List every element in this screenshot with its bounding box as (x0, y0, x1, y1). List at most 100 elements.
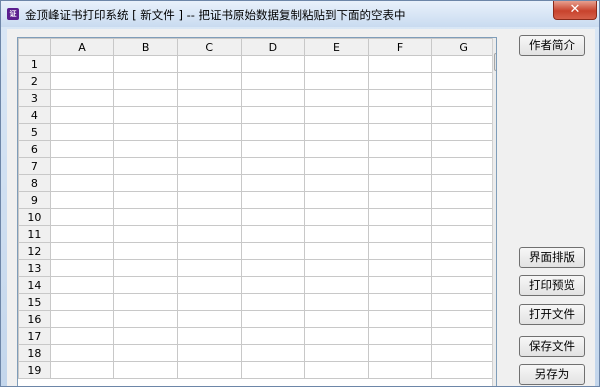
grid-cell[interactable] (304, 72, 369, 90)
grid-cell[interactable] (431, 225, 496, 243)
grid-cell[interactable] (113, 208, 178, 226)
grid-cell[interactable] (240, 293, 306, 311)
row-header[interactable]: 10 (18, 208, 51, 226)
grid-cell[interactable] (304, 259, 369, 277)
grid-cell[interactable] (49, 157, 115, 175)
grid-cell[interactable] (49, 106, 115, 124)
grid-cell[interactable] (176, 89, 242, 107)
grid-cell[interactable] (49, 191, 115, 209)
grid-cell[interactable] (367, 242, 433, 260)
grid-cell[interactable] (49, 259, 115, 277)
grid-cell[interactable] (367, 106, 433, 124)
grid-cell[interactable] (176, 310, 242, 328)
grid-cell[interactable] (49, 242, 115, 260)
grid-cell[interactable] (367, 361, 433, 379)
row-header[interactable]: 19 (18, 361, 51, 379)
grid-cell[interactable] (176, 157, 242, 175)
grid-cell[interactable] (367, 174, 433, 192)
grid-cell[interactable] (431, 310, 496, 328)
grid-cell[interactable] (304, 174, 369, 192)
grid-cell[interactable] (367, 276, 433, 294)
grid-cell[interactable] (113, 157, 178, 175)
grid-cell[interactable] (304, 55, 369, 73)
column-header[interactable]: F (367, 38, 433, 56)
grid-cell[interactable] (431, 259, 496, 277)
grid-cell[interactable] (240, 106, 306, 124)
grid-cell[interactable] (113, 191, 178, 209)
row-header[interactable]: 17 (18, 327, 51, 345)
row-header[interactable]: 1 (18, 55, 51, 73)
grid-cell[interactable] (367, 259, 433, 277)
grid-cell[interactable] (367, 123, 433, 141)
grid-cell[interactable] (176, 174, 242, 192)
grid-cell[interactable] (49, 310, 115, 328)
grid-cell[interactable] (176, 344, 242, 362)
column-header[interactable]: G (431, 38, 496, 56)
grid-cell[interactable] (240, 361, 306, 379)
row-header[interactable]: 12 (18, 242, 51, 260)
grid-cell[interactable] (113, 55, 178, 73)
grid-cell[interactable] (431, 293, 496, 311)
grid-cell[interactable] (431, 89, 496, 107)
grid-cell[interactable] (240, 276, 306, 294)
grid-cell[interactable] (49, 293, 115, 311)
grid-cell[interactable] (367, 72, 433, 90)
spreadsheet-grid[interactable]: ABCDEFG 1 2 3 4 5 6 7 8 9 10 11 12 13 14 15 16 17 18 19 (17, 37, 497, 386)
grid-cell[interactable] (113, 361, 178, 379)
grid-cell[interactable] (240, 327, 306, 345)
grid-cell[interactable] (240, 208, 306, 226)
grid-cell[interactable] (113, 276, 178, 294)
grid-cell[interactable] (49, 344, 115, 362)
grid-cell[interactable] (176, 225, 242, 243)
grid-cell[interactable] (304, 327, 369, 345)
grid-cell[interactable] (49, 361, 115, 379)
grid-cell[interactable] (176, 276, 242, 294)
grid-cell[interactable] (113, 123, 178, 141)
layout-button[interactable]: 界面排版 (519, 247, 585, 268)
grid-cell[interactable] (431, 55, 496, 73)
column-header[interactable]: B (113, 38, 178, 56)
grid-cell[interactable] (304, 89, 369, 107)
grid-cell[interactable] (304, 208, 369, 226)
print-preview-button[interactable]: 打印预览 (519, 275, 585, 296)
save-as-button[interactable]: 另存为 (519, 364, 585, 385)
grid-cell[interactable] (431, 106, 496, 124)
grid-corner[interactable] (18, 38, 51, 56)
author-intro-button[interactable]: 作者简介 (519, 35, 585, 56)
grid-cell[interactable] (367, 89, 433, 107)
grid-cell[interactable] (304, 242, 369, 260)
grid-cell[interactable] (367, 191, 433, 209)
grid-cell[interactable] (176, 140, 242, 158)
column-header[interactable]: C (176, 38, 242, 56)
grid-cell[interactable] (431, 361, 496, 379)
grid-cell[interactable] (49, 327, 115, 345)
open-file-button[interactable]: 打开文件 (519, 304, 585, 325)
grid-cell[interactable] (304, 276, 369, 294)
row-header[interactable]: 6 (18, 140, 51, 158)
grid-cell[interactable] (240, 55, 306, 73)
grid-cell[interactable] (431, 344, 496, 362)
grid-cell[interactable] (367, 225, 433, 243)
grid-cell[interactable] (176, 361, 242, 379)
grid-cell[interactable] (240, 191, 306, 209)
grid-cell[interactable] (304, 106, 369, 124)
grid-cell[interactable] (367, 327, 433, 345)
scrollbar-thumb[interactable] (494, 53, 496, 71)
row-header[interactable]: 13 (18, 259, 51, 277)
grid-cell[interactable] (367, 157, 433, 175)
grid-cell[interactable] (431, 174, 496, 192)
grid-cell[interactable] (367, 208, 433, 226)
grid-cell[interactable] (176, 259, 242, 277)
save-file-button[interactable]: 保存文件 (519, 336, 585, 357)
grid-cell[interactable] (113, 140, 178, 158)
grid-cell[interactable] (431, 276, 496, 294)
row-header[interactable]: 15 (18, 293, 51, 311)
grid-cell[interactable] (304, 361, 369, 379)
grid-cell[interactable] (304, 157, 369, 175)
grid-cell[interactable] (49, 174, 115, 192)
row-header[interactable]: 16 (18, 310, 51, 328)
grid-cell[interactable] (367, 140, 433, 158)
grid-cell[interactable] (431, 327, 496, 345)
row-header[interactable]: 7 (18, 157, 51, 175)
grid-cell[interactable] (176, 293, 242, 311)
